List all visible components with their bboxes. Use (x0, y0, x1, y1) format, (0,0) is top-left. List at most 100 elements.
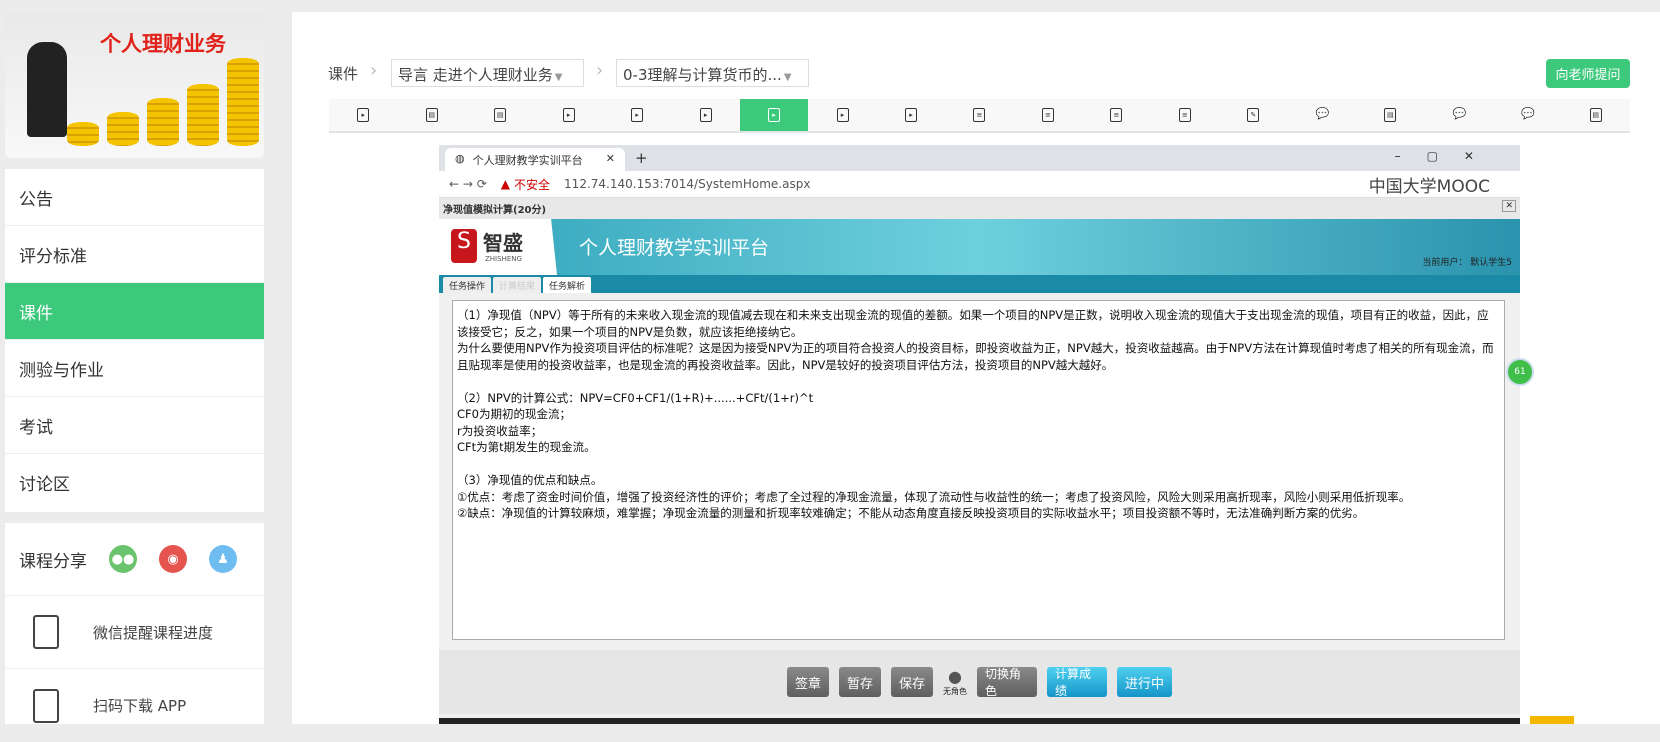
tab-task-analysis[interactable]: 任务解析 (543, 277, 592, 293)
sidebar-item-discussion[interactable]: 讨论区 (5, 454, 264, 511)
qq-icon[interactable]: ♟ (209, 545, 237, 573)
play-icon: ▸ (562, 108, 575, 122)
download-app-link[interactable]: 扫码下载 APP (5, 669, 264, 742)
weibo-icon[interactable]: ◉ (159, 545, 187, 573)
unit-item[interactable]: ▤ (1356, 99, 1424, 131)
chat-icon: 💬 (1452, 107, 1467, 120)
new-tab-icon[interactable]: + (635, 149, 648, 167)
sidebar-item-courseware[interactable]: 课件 (5, 283, 264, 340)
analysis-content: （1）净现值（NPV）等于所有的未来收入现金流的现值减去现在和未来支出现金流的现… (452, 300, 1505, 640)
list-icon: ≡ (1110, 108, 1123, 122)
unit-item[interactable]: ▸ (808, 99, 876, 131)
sidebar-item-grading[interactable]: 评分标准 (5, 226, 264, 283)
unit-item[interactable]: ▸ (329, 99, 397, 131)
coin-stack (147, 98, 179, 146)
unit-item[interactable]: ▸ (534, 99, 602, 131)
unit-item[interactable]: ≡ (1014, 99, 1082, 131)
unit-item[interactable]: ≡ (945, 99, 1013, 131)
share-label: 课程分享 (19, 551, 87, 572)
content-line: （1）净现值（NPV）等于所有的未来收入现金流的现值减去现在和未来支出现金流的现… (457, 308, 1489, 339)
wechat-reminder-link[interactable]: 微信提醒课程进度 (5, 596, 264, 669)
edit-icon: ✎ (1247, 108, 1260, 122)
status-in-progress[interactable]: 进行中 (1117, 667, 1173, 697)
platform-title: 个人理财教学实训平台 (579, 237, 770, 259)
no-role-label: ● 无角色 (943, 667, 968, 696)
mooc-watermark: 中国大学MOOC (1368, 176, 1490, 197)
ask-teacher-button[interactable]: 向老师提问 (1546, 59, 1630, 88)
sidebar-item-exams[interactable]: 考试 (5, 397, 264, 454)
coin-stack (107, 112, 139, 146)
action-toolbar: 签章 暂存 保存 ● 无角色 切换角色 计算成绩 进行中 (439, 650, 1520, 714)
close-icon[interactable]: ✕ (606, 152, 615, 167)
course-banner: 个人理财业务 (5, 12, 264, 158)
play-icon: ▸ (699, 108, 712, 122)
sidebar-item-quizzes[interactable]: 测验与作业 (5, 340, 264, 397)
browser-tab-title: 个人理财教学实训平台 (472, 154, 583, 167)
wechat-reminder-label: 微信提醒课程进度 (93, 623, 214, 642)
unit-item[interactable]: ▸ (603, 99, 671, 131)
wechat-icon[interactable]: ●● (109, 545, 137, 573)
chat-icon: 💬 (1521, 107, 1535, 120)
logo-mark-icon: S (451, 229, 477, 263)
unit-item[interactable]: ▸ (877, 99, 945, 131)
doc-icon: ▤ (1589, 108, 1602, 122)
list-icon: ≡ (1178, 108, 1191, 122)
unit-item[interactable]: ▸ (671, 99, 739, 131)
user-icon: ● (948, 667, 962, 686)
breadcrumb-root[interactable]: 课件 (328, 63, 358, 84)
tab-calc-result[interactable]: 计算结果 (493, 277, 542, 293)
unit-item[interactable]: 💬 (1493, 99, 1561, 131)
globe-icon: ◍ (455, 152, 465, 165)
chevron-right-icon: › (370, 60, 378, 81)
unit-item[interactable]: ▤ (1561, 99, 1629, 131)
unit-item[interactable]: 💬 (1425, 99, 1493, 131)
unit-item[interactable]: 💬 (1288, 99, 1356, 131)
video-player[interactable]: ◍ 个人理财教学实训平台 ✕ + –▢✕ ← → ⟳ ▲ 不安全 112.74.… (439, 145, 1520, 724)
banner-title: 个人理财业务 (100, 32, 226, 56)
doc-icon: ▤ (1384, 108, 1397, 122)
coin-stack (227, 58, 259, 146)
current-user: 当前用户： 默认学生5 (1422, 258, 1512, 268)
url-text: 112.74.140.153:7014/SystemHome.aspx (564, 177, 811, 191)
content-line: CFt为第t期发生的现金流。 (457, 440, 596, 454)
dialog-close-icon[interactable]: ✕ (1502, 200, 1516, 212)
share-panel: 课程分享 ●● ◉ ♟ 微信提醒课程进度 扫码下载 APP (5, 523, 264, 724)
zhisheng-logo: S 智盛 ZHISHENG (439, 219, 557, 275)
unit-item[interactable]: ▸ (739, 99, 809, 131)
chevron-right-icon: › (596, 60, 604, 81)
list-icon: ≡ (1041, 108, 1054, 122)
switch-role-button[interactable]: 切换角色 (977, 667, 1038, 698)
unit-item[interactable]: ▤ (397, 99, 465, 131)
content-line: （2）NPV的计算公式：NPV=CF0+CF1/(1+R)+......+CFt… (457, 390, 814, 405)
unit-item[interactable]: ✎ (1219, 99, 1287, 131)
content-line: CF0为期初的现金流； (457, 407, 571, 421)
unit-item[interactable]: ▤ (466, 99, 534, 131)
temp-save-button[interactable]: 暂存 (838, 667, 881, 697)
coin-stack (187, 84, 219, 146)
chat-icon: 💬 (1315, 107, 1330, 120)
sign-button[interactable]: 签章 (786, 667, 829, 697)
calc-score-button[interactable]: 计算成绩 (1047, 667, 1108, 698)
sidebar-item-announcements[interactable]: 公告 (5, 169, 264, 226)
lesson-select[interactable]: 0-3理解与计算货币的... (616, 59, 809, 87)
save-button[interactable]: 保存 (891, 667, 934, 697)
window-controls-icon[interactable]: –▢✕ (1395, 149, 1500, 163)
list-icon: ≡ (973, 108, 986, 122)
dialog-title-bar: 净现值模拟计算(20分) ✕ (439, 198, 1520, 219)
float-badge[interactable]: 61 (1506, 358, 1534, 386)
content-line (457, 373, 1500, 390)
player-bottom-bar (439, 718, 1520, 724)
unit-item[interactable]: ≡ (1082, 99, 1150, 131)
logo-text: 智盛 (483, 231, 523, 255)
tab-task-operation[interactable]: 任务操作 (443, 277, 492, 293)
nav-arrows-icon[interactable]: ← → ⟳ (449, 177, 487, 191)
warning-icon: ▲ (500, 177, 511, 191)
address-bar[interactable]: ← → ⟳ ▲ 不安全 112.74.140.153:7014/SystemHo… (439, 171, 1520, 198)
browser-tab[interactable]: ◍ 个人理财教学实训平台 ✕ (445, 148, 625, 171)
download-app-label: 扫码下载 APP (93, 697, 187, 715)
dialog-title: 净现值模拟计算(20分) (443, 205, 547, 216)
content-line: ①优点：考虑了资金时间价值，增强了投资经济性的评价；考虑了全过程的净现金流量，体… (457, 489, 1411, 504)
yellow-widget[interactable] (1530, 716, 1574, 724)
unit-item[interactable]: ≡ (1151, 99, 1219, 131)
chapter-select[interactable]: 导言 走进个人理财业务 (391, 59, 584, 87)
